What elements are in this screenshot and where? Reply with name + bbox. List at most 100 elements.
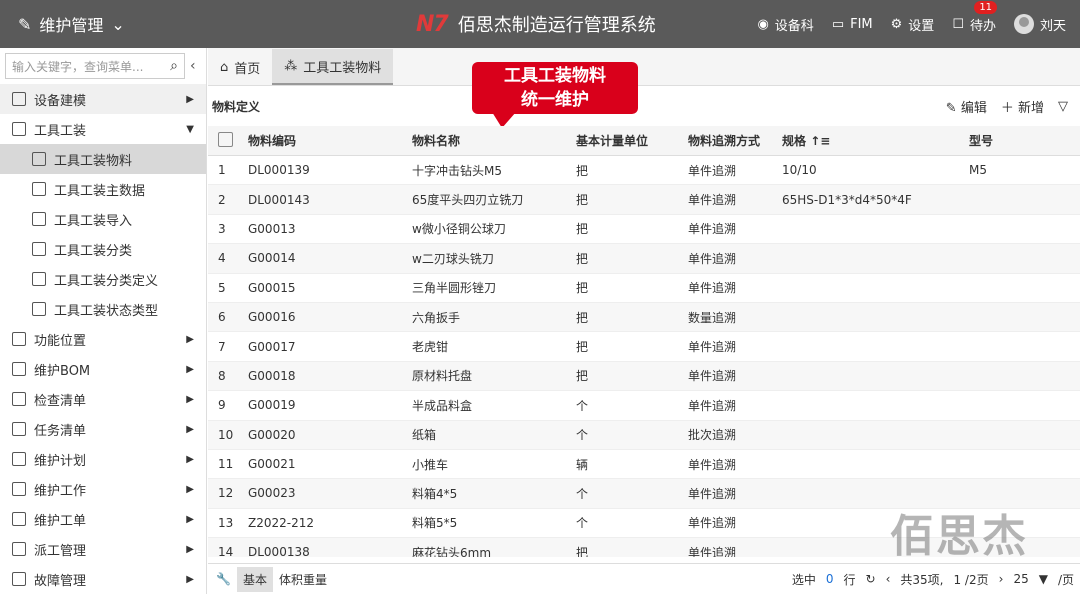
selected-label: 选中 xyxy=(791,572,816,587)
header-spec[interactable]: 规格 ↑≡ xyxy=(774,132,961,149)
material-code-cell: G00019 xyxy=(248,398,296,413)
trace-mode-cell: 单件追溯 xyxy=(688,163,737,178)
tools-icon xyxy=(12,122,26,136)
category-icon xyxy=(32,242,46,256)
material-name-cell: 纸箱 xyxy=(412,428,437,443)
chevron-down-icon: ▼ xyxy=(186,123,194,135)
header-trace-mode[interactable]: 物料追溯方式 xyxy=(680,132,774,149)
material-code-cell: DL000139 xyxy=(248,163,310,178)
material-name-cell: 原材料托盘 xyxy=(412,369,473,384)
prev-page-icon[interactable]: ‹ xyxy=(886,572,891,586)
select-all-checkbox[interactable] xyxy=(218,131,233,147)
settings-label: 设置 xyxy=(908,18,935,34)
table-row[interactable]: 3 G00013 w微小径铜公球刀 把 单件追溯 xyxy=(208,215,1080,245)
sidebar-item-equipment-modeling[interactable]: 设备建模 ▶ xyxy=(0,84,206,114)
row-index-cell: 13 xyxy=(218,515,234,530)
table-row[interactable]: 11 G00021 小推车 辆 单件追溯 xyxy=(208,450,1080,480)
selected-count: 0 xyxy=(825,572,834,586)
material-name-cell: 麻花钻头6mm xyxy=(412,545,492,557)
footer-tab-volume[interactable]: 体积重量 xyxy=(273,567,333,592)
table-body: 1 DL000139 十字冲击钻头M5 把单件追溯 10/10 M5 2 DL000143 65… xyxy=(208,156,1080,557)
department-menu[interactable]: ◉ 设备科 xyxy=(757,15,813,34)
sidebar-item-label: 设备建模 xyxy=(34,93,87,109)
sidebar-item-tool-category[interactable]: 工具工装分类 xyxy=(0,234,206,264)
collapse-sidebar-icon[interactable]: ‹ xyxy=(190,58,196,74)
top-right-menu: ◉ 设备科 ▭ FIM ⚙ 设置 ☐ 11 待办 刘天 xyxy=(757,0,1066,48)
sidebar-item-label: 工具工装导入 xyxy=(54,213,133,229)
base-unit-cell: 把 xyxy=(576,545,589,557)
table-row[interactable]: 2 DL000143 65度平头四刃立铣刀 把 单件追溯 65HS-D1*3*d4*50*… xyxy=(208,185,1080,215)
header-base-unit[interactable]: 基本计量单位 xyxy=(568,132,680,149)
base-unit-cell: 把 xyxy=(576,193,589,208)
sidebar-item-label: 工具工装分类定义 xyxy=(54,273,159,289)
chevron-down-icon[interactable]: ▼ xyxy=(1039,572,1048,586)
sidebar-item-tool-master-data[interactable]: 工具工装主数据 xyxy=(0,174,206,204)
sidebar-item-function-location[interactable]: 功能位置 ▶ xyxy=(0,324,206,354)
sidebar-item-fault[interactable]: 故障管理 ▶ xyxy=(0,564,206,594)
trace-mode-cell: 单件追溯 xyxy=(688,251,737,266)
table-row[interactable]: 8 G00018 原材料托盘 把 单件追溯 xyxy=(208,361,1080,392)
section-title: 物料定义 xyxy=(212,99,261,114)
header-material-code[interactable]: 物料编码 xyxy=(240,132,404,149)
page-size-select[interactable]: 25 xyxy=(1013,572,1028,586)
table-row[interactable]: 1 DL000139 十字冲击钻头M5 把 单件追溯 10/10 M5 xyxy=(208,156,1080,186)
fim-menu[interactable]: ▭ FIM xyxy=(832,17,873,32)
tab-home[interactable]: ⌂ 首页 xyxy=(208,49,272,85)
filter-icon[interactable]: ▽ xyxy=(1058,99,1068,114)
sidebar-item-task-list[interactable]: 任务清单 ▶ xyxy=(0,414,206,444)
sidebar-item-label: 检查清单 xyxy=(34,393,87,409)
sort-icon[interactable]: ↑≡ xyxy=(810,134,830,148)
material-code-cell: DL000138 xyxy=(248,545,310,557)
cubes-icon: ⁂ xyxy=(284,58,298,74)
row-index-cell: 9 xyxy=(218,398,226,413)
table-row[interactable]: 4 G00014 w二刃球头铣刀 把 单件追溯 xyxy=(208,244,1080,274)
header-model[interactable]: 型号 xyxy=(961,132,1080,149)
footer-tab-basic[interactable]: 基本 xyxy=(236,566,273,592)
add-button[interactable]: ＋ 新增 xyxy=(1001,97,1044,116)
chevron-right-icon: ▶ xyxy=(186,423,194,435)
row-index-cell: 8 xyxy=(218,368,226,383)
sidebar-item-maint-work[interactable]: 维护工作 ▶ xyxy=(0,474,206,504)
next-page-icon[interactable]: › xyxy=(999,572,1004,586)
sidebar-item-tool-status-type[interactable]: 工具工装状态类型 xyxy=(0,294,206,324)
sidebar-item-tool-material[interactable]: 工具工装物料 xyxy=(0,144,206,174)
table-row[interactable]: 5 G00015 三角半圆形锉刀 把 单件追溯 xyxy=(208,274,1080,303)
section-actions: ✎ 编辑 ＋ 新增 ▽ xyxy=(946,97,1080,116)
wrench-icon[interactable]: 🔧 xyxy=(208,572,237,586)
edit-button[interactable]: ✎ 编辑 xyxy=(946,97,987,116)
trace-mode-cell: 单件追溯 xyxy=(688,281,737,296)
table-row[interactable]: 7 G00017 老虎钳 把 单件追溯 xyxy=(208,332,1080,362)
import-icon xyxy=(32,212,46,226)
tab-tool-material[interactable]: ⁂ 工具工装物料 xyxy=(272,49,394,85)
refresh-icon[interactable]: ↻ xyxy=(866,572,876,586)
module-switcher[interactable]: ✎ 维护管理 ⌄ xyxy=(0,12,300,36)
table-row[interactable]: 9 G00019 半成品料盒 个 单件追溯 xyxy=(208,391,1080,421)
user-menu[interactable]: 刘天 xyxy=(1013,14,1066,34)
settings-menu[interactable]: ⚙ 设置 xyxy=(891,15,935,34)
table-row[interactable]: 10 G00020 纸箱 个 批次追溯 xyxy=(208,420,1080,450)
header-material-name[interactable]: 物料名称 xyxy=(404,132,568,149)
model-cell: M5 xyxy=(969,163,987,178)
tab-bar: ⌂ 首页 ⁂ 工具工装物料 xyxy=(208,48,1080,86)
edit-icon: ✎ xyxy=(18,14,32,34)
material-code-cell: G00023 xyxy=(248,486,296,501)
sidebar-item-bom[interactable]: 维护BOM ▶ xyxy=(0,354,206,384)
row-index-cell: 5 xyxy=(218,280,226,295)
sidebar-item-tool-category-def[interactable]: 工具工装分类定义 xyxy=(0,264,206,294)
search-icon[interactable]: ⌕ xyxy=(170,58,178,74)
base-unit-cell: 个 xyxy=(576,428,589,443)
calendar-icon xyxy=(12,452,26,466)
table-row[interactable]: 6 G00016 六角扳手 把 数量追溯 xyxy=(208,302,1080,333)
todo-menu[interactable]: ☐ 11 待办 xyxy=(952,0,998,34)
sidebar-item-tool-import[interactable]: 工具工装导入 xyxy=(0,204,206,234)
trace-mode-cell: 单件追溯 xyxy=(688,516,737,531)
sidebar-item-dispatch[interactable]: 派工管理 ▶ xyxy=(0,534,206,564)
sidebar-item-checklist[interactable]: 检查清单 ▶ xyxy=(0,384,206,414)
sidebar-item-tools[interactable]: 工具工装 ▼ xyxy=(0,114,206,144)
sidebar-item-work-order[interactable]: 维护工单 ▶ xyxy=(0,504,206,534)
avatar xyxy=(1013,14,1034,34)
menu-search-input[interactable]: 输入关键字，查询菜单... ⌕ xyxy=(5,53,185,79)
row-index-cell: 11 xyxy=(218,457,234,472)
sidebar-item-maint-plan[interactable]: 维护计划 ▶ xyxy=(0,444,206,474)
table-header: 物料编码 物料名称 基本计量单位 物料追溯方式 规格 ↑≡ 型号 xyxy=(208,126,1080,156)
